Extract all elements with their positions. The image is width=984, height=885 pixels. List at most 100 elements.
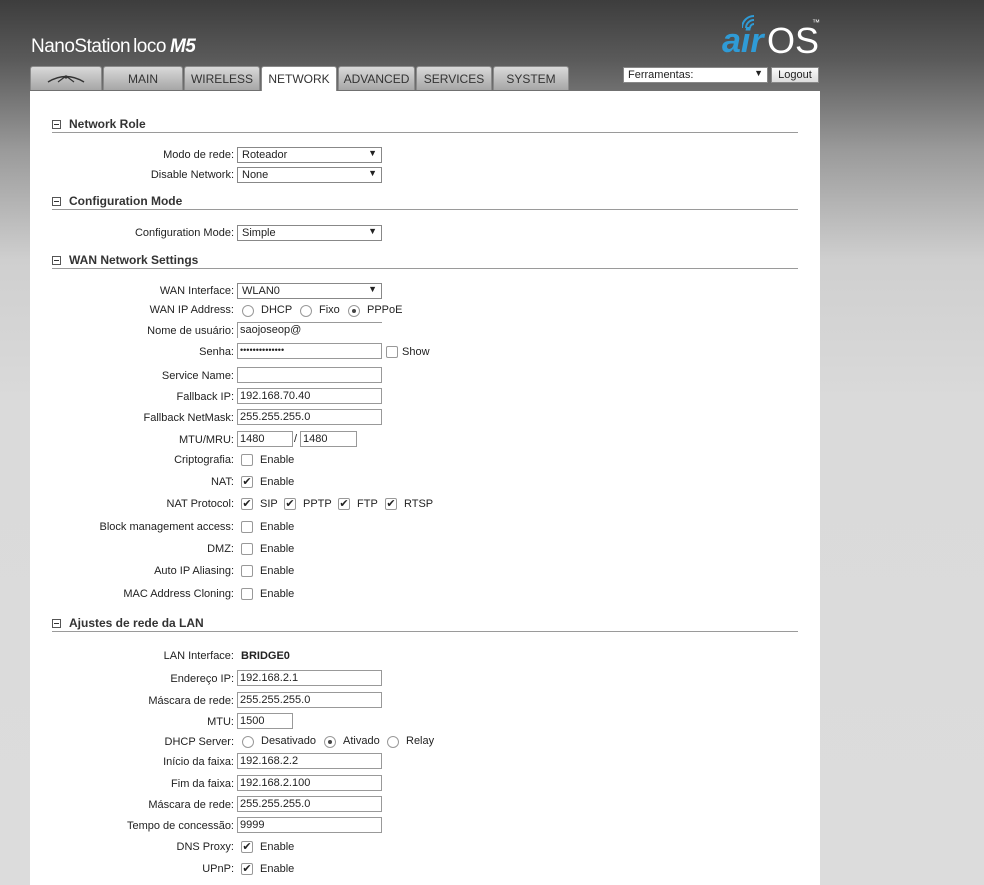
main-tabs: MAIN WIRELESS NETWORK ADVANCED SERVICES … xyxy=(30,66,570,91)
range-start-input[interactable]: 192.168.2.2 xyxy=(237,753,382,769)
tab-main[interactable]: MAIN xyxy=(103,66,183,90)
section-title: Ajustes de rede da LAN xyxy=(69,616,204,630)
network-settings-panel: Network Role Modo de rede: Roteador ▼ Dis… xyxy=(30,91,820,885)
tools-select[interactable]: Ferramentas: ▼ xyxy=(623,67,768,83)
section-title: Configuration Mode xyxy=(69,194,183,208)
tab-wireless[interactable]: WIRELESS xyxy=(184,66,260,90)
tab-ubnt-logo[interactable] xyxy=(30,66,102,90)
mac-cloning-enable-label: Enable xyxy=(260,588,295,600)
dmz-enable-label: Enable xyxy=(260,543,295,555)
configuration-mode-select[interactable]: Simple ▼ xyxy=(237,225,382,241)
auto-ip-aliasing-checkbox[interactable] xyxy=(241,565,253,577)
wan-ip-label: WAN IP Address: xyxy=(149,304,234,316)
dhcp-on-radio[interactable] xyxy=(324,736,336,748)
service-name-label: Service Name: xyxy=(161,370,234,382)
logo-air: air xyxy=(722,22,764,60)
range-end-label: Fim da faixa: xyxy=(171,778,234,790)
password-label: Senha: xyxy=(199,346,234,358)
dhcp-netmask-label: Máscara de rede: xyxy=(148,799,234,811)
tab-services[interactable]: SERVICES xyxy=(416,66,492,90)
mtu-input[interactable]: 1480 xyxy=(237,431,293,447)
network-mode-value: Roteador xyxy=(242,149,288,161)
encryption-enable-label: Enable xyxy=(260,454,295,466)
collapse-icon[interactable] xyxy=(52,256,61,265)
dhcp-relay-radio[interactable] xyxy=(387,736,399,748)
nat-rtsp-label: RTSP xyxy=(404,498,434,510)
section-wan-settings: WAN Network Settings xyxy=(52,253,798,269)
mru-input[interactable]: 1480 xyxy=(300,431,357,447)
upnp-enable-label: Enable xyxy=(260,863,295,875)
auto-ip-aliasing-enable-label: Enable xyxy=(260,565,295,577)
dhcp-server-label: DHCP Server: xyxy=(164,736,234,748)
nat-protocol-label: NAT Protocol: xyxy=(166,498,234,510)
dns-proxy-checkbox[interactable]: ✔ xyxy=(241,841,253,853)
logo-tm: ™ xyxy=(812,18,820,27)
show-password-label: Show xyxy=(402,346,430,358)
wan-ip-pppoe-label: PPPoE xyxy=(367,304,403,316)
auto-ip-aliasing-label: Auto IP Aliasing: xyxy=(154,565,234,577)
configuration-mode-value: Simple xyxy=(242,227,276,239)
network-mode-select[interactable]: Roteador ▼ xyxy=(237,147,382,163)
dhcp-on-label: Ativado xyxy=(343,735,380,747)
wan-ip-fixo-radio[interactable] xyxy=(300,305,312,317)
nat-rtsp-checkbox[interactable]: ✔ xyxy=(385,498,397,510)
chevron-down-icon: ▼ xyxy=(368,226,377,236)
fallback-netmask-label: Fallback NetMask: xyxy=(143,412,234,424)
nat-sip-label: SIP xyxy=(260,498,278,510)
dmz-label: DMZ: xyxy=(207,543,234,555)
lan-ip-input[interactable]: 192.168.2.1 xyxy=(237,670,382,686)
mtu-separator: / xyxy=(294,433,298,445)
fallback-ip-input[interactable]: 192.168.70.40 xyxy=(237,388,382,404)
password-input[interactable]: •••••••••••••• xyxy=(237,343,382,359)
airos-logo: air OS ™ xyxy=(722,14,822,61)
chevron-down-icon: ▼ xyxy=(368,284,377,294)
lease-time-input[interactable]: 9999 xyxy=(237,817,382,833)
disable-network-label: Disable Network: xyxy=(150,169,234,181)
nat-ftp-checkbox[interactable]: ✔ xyxy=(338,498,350,510)
lan-netmask-label: Máscara de rede: xyxy=(148,695,234,707)
mac-cloning-checkbox[interactable] xyxy=(241,588,253,600)
section-title: Network Role xyxy=(69,117,146,131)
dmz-checkbox[interactable] xyxy=(241,543,253,555)
tab-advanced[interactable]: ADVANCED xyxy=(338,66,415,90)
lan-interface-label: LAN Interface: xyxy=(163,650,234,662)
chevron-down-icon: ▼ xyxy=(754,68,763,78)
disable-network-select[interactable]: None ▼ xyxy=(237,167,382,183)
lan-mtu-input[interactable]: 1500 xyxy=(237,713,293,729)
configuration-mode-label: Configuration Mode: xyxy=(134,227,234,239)
lan-netmask-input[interactable]: 255.255.255.0 xyxy=(237,692,382,708)
tab-system[interactable]: SYSTEM xyxy=(493,66,569,90)
logout-button[interactable]: Logout xyxy=(771,67,819,83)
lan-mtu-label: MTU: xyxy=(207,716,234,728)
section-network-role: Network Role xyxy=(52,117,798,133)
fallback-netmask-input[interactable]: 255.255.255.0 xyxy=(237,409,382,425)
username-input[interactable]: saojoseop@ xyxy=(237,322,382,338)
collapse-icon[interactable] xyxy=(52,197,61,206)
section-title: WAN Network Settings xyxy=(69,253,199,267)
tab-network[interactable]: NETWORK xyxy=(261,66,337,91)
service-name-input[interactable] xyxy=(237,367,382,383)
wan-ip-dhcp-radio[interactable] xyxy=(242,305,254,317)
collapse-icon[interactable] xyxy=(52,619,61,628)
encryption-checkbox[interactable] xyxy=(241,454,253,466)
nat-sip-checkbox[interactable]: ✔ xyxy=(241,498,253,510)
dhcp-netmask-input[interactable]: 255.255.255.0 xyxy=(237,796,382,812)
nat-checkbox[interactable]: ✔ xyxy=(241,476,253,488)
upnp-checkbox[interactable]: ✔ xyxy=(241,863,253,875)
nat-enable-label: Enable xyxy=(260,476,295,488)
product-name: NanoStation loco M5 xyxy=(31,36,196,58)
nat-label: NAT: xyxy=(210,476,234,488)
section-configuration-mode: Configuration Mode xyxy=(52,194,798,210)
wan-interface-select[interactable]: WLAN0 ▼ xyxy=(237,283,382,299)
nat-pptp-checkbox[interactable]: ✔ xyxy=(284,498,296,510)
chevron-down-icon: ▼ xyxy=(368,168,377,178)
chevron-down-icon: ▼ xyxy=(368,148,377,158)
show-password-checkbox[interactable] xyxy=(386,346,398,358)
dhcp-relay-label: Relay xyxy=(406,735,435,747)
encryption-label: Criptografia: xyxy=(174,454,234,466)
block-mgmt-checkbox[interactable] xyxy=(241,521,253,533)
dhcp-off-radio[interactable] xyxy=(242,736,254,748)
collapse-icon[interactable] xyxy=(52,120,61,129)
wan-ip-pppoe-radio[interactable] xyxy=(348,305,360,317)
range-end-input[interactable]: 192.168.2.100 xyxy=(237,775,382,791)
